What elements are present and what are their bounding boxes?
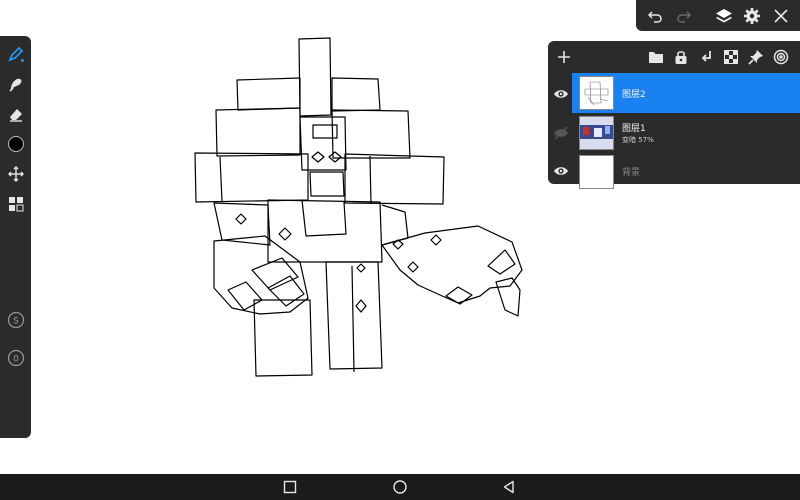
undo-icon[interactable] <box>643 4 667 28</box>
tool-rail: S 0 <box>0 36 31 438</box>
merge-down-icon[interactable] <box>695 46 717 68</box>
back-icon[interactable] <box>501 479 517 495</box>
add-icon[interactable] <box>553 46 575 68</box>
layer-name: 背景 <box>622 168 641 178</box>
top-toolbar <box>636 0 800 31</box>
layer-name: 图层1 <box>622 124 646 134</box>
eraser-icon[interactable] <box>3 102 28 126</box>
layer-thumbnail <box>579 116 614 150</box>
gear-icon[interactable] <box>740 4 764 28</box>
eye-icon[interactable] <box>553 86 569 102</box>
layers-panel: 图层2 图层1 变暗 57% 背景 <box>548 41 800 189</box>
lock-icon[interactable] <box>670 46 692 68</box>
brush-opacity-control[interactable]: 0 <box>3 346 28 370</box>
size-label: S <box>13 317 19 327</box>
folder-icon[interactable] <box>645 46 667 68</box>
pin-icon[interactable] <box>745 46 767 68</box>
spiral-icon[interactable] <box>770 46 792 68</box>
layer-blend-mode: 变暗 57% <box>622 136 654 144</box>
redo-icon[interactable] <box>672 4 696 28</box>
opacity-label: 0 <box>13 355 19 365</box>
layer-row[interactable]: 图层1 变暗 57% <box>548 113 800 153</box>
layer-name: 图层2 <box>622 90 646 100</box>
color-swatch[interactable] <box>3 132 28 156</box>
layer-row-active[interactable]: 图层2 <box>572 73 800 113</box>
layers-icon[interactable] <box>712 4 736 28</box>
system-nav-bar <box>0 474 800 500</box>
layer-row[interactable]: 背景 <box>548 151 800 191</box>
brush-icon[interactable] <box>3 42 28 66</box>
eye-icon[interactable] <box>553 163 569 179</box>
recent-apps-icon[interactable] <box>282 479 298 495</box>
close-icon[interactable] <box>769 4 793 28</box>
smudge-icon[interactable] <box>3 72 28 96</box>
brush-size-control[interactable]: S <box>3 308 28 332</box>
home-icon[interactable] <box>392 479 408 495</box>
layers-grid-icon[interactable] <box>3 192 28 216</box>
checker-icon[interactable] <box>720 46 742 68</box>
move-icon[interactable] <box>3 162 28 186</box>
eye-hidden-icon[interactable] <box>553 125 569 141</box>
layer-thumbnail <box>579 76 614 110</box>
layer-thumbnail <box>579 155 614 189</box>
